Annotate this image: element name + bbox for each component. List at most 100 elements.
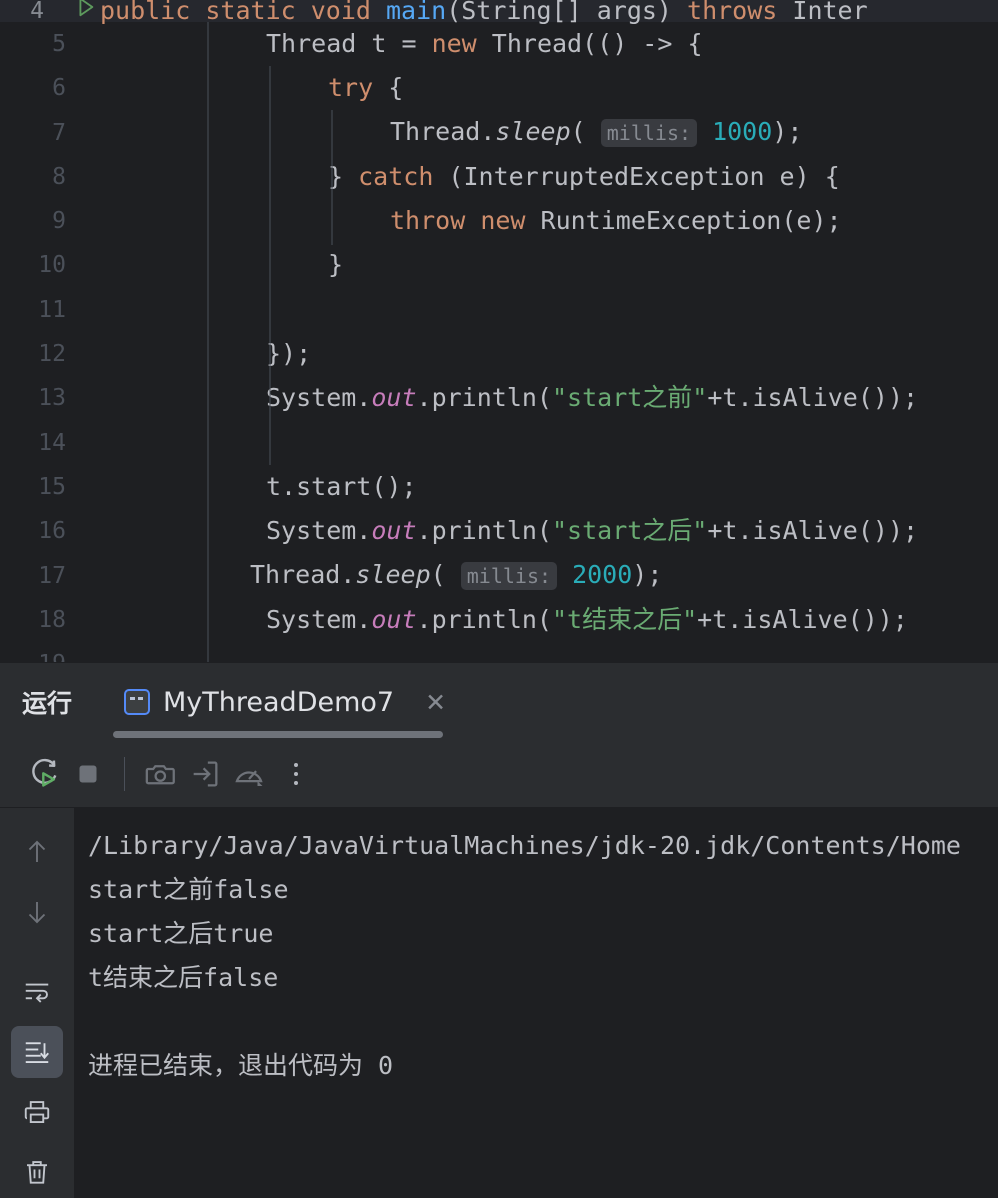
code-token: } bbox=[328, 250, 344, 280]
code-token: +t.isAlive()); bbox=[697, 604, 908, 634]
console-line: t结束之后false bbox=[88, 963, 279, 992]
code-token: { bbox=[373, 73, 404, 103]
code-line[interactable]: 13 System.out.println("start之前"+t.isAlive… bbox=[0, 376, 998, 420]
line-number: 16 bbox=[38, 518, 66, 545]
code-token: System. bbox=[266, 383, 372, 413]
code-line[interactable]: 15 t.start(); bbox=[0, 465, 998, 509]
code-line[interactable]: 10} bbox=[0, 243, 998, 287]
code-line[interactable]: 9 throw new RuntimeException(e); bbox=[0, 199, 998, 243]
console-line: start之前false bbox=[88, 875, 289, 904]
code-line[interactable]: 4 public static void main(String[] args) … bbox=[0, 0, 998, 24]
code-token: Thread. bbox=[390, 117, 496, 147]
run-tab-mythreaddemo7[interactable]: MyThreadDemo7 ✕ bbox=[124, 663, 446, 741]
code-token: throw bbox=[390, 206, 481, 236]
code-token: Thread. bbox=[250, 560, 356, 590]
line-number: 5 bbox=[52, 31, 66, 57]
code-token: }); bbox=[266, 339, 312, 369]
code-token: 2000 bbox=[557, 560, 633, 590]
code-token: millis: bbox=[460, 562, 558, 591]
code-editor[interactable]: 4 public static void main(String[] args) … bbox=[0, 0, 998, 662]
arrow-down-icon[interactable] bbox=[11, 886, 63, 938]
code-token: Thread(() -> { bbox=[491, 29, 703, 58]
run-toolbar bbox=[0, 741, 998, 808]
stop-button[interactable] bbox=[66, 752, 110, 796]
tab-underline-scrollbar[interactable] bbox=[113, 731, 443, 738]
code-token: new bbox=[480, 206, 541, 236]
close-icon[interactable]: ✕ bbox=[425, 690, 446, 715]
scroll-to-end-icon[interactable] bbox=[11, 1026, 63, 1078]
run-panel-title: 运行 bbox=[22, 689, 73, 718]
code-line[interactable]: 16 System.out.println("start之后"+t.isAlive… bbox=[0, 509, 998, 553]
printer-icon[interactable] bbox=[11, 1086, 63, 1138]
line-number: 15 bbox=[38, 473, 66, 500]
code-token: System. bbox=[266, 516, 372, 546]
rerun-button[interactable] bbox=[22, 752, 66, 796]
arrow-up-icon[interactable] bbox=[11, 826, 63, 878]
code-token: out bbox=[371, 604, 417, 634]
code-token: System. bbox=[266, 604, 372, 634]
line-number: 8 bbox=[52, 163, 66, 190]
line-number: 17 bbox=[38, 562, 66, 589]
trash-icon[interactable] bbox=[11, 1146, 63, 1198]
line-number: 10 bbox=[38, 252, 66, 279]
console-output[interactable]: /Library/Java/JavaVirtualMachines/jdk-20… bbox=[74, 808, 998, 1198]
arrow-into-box-icon[interactable] bbox=[183, 752, 227, 796]
camera-icon[interactable] bbox=[139, 752, 183, 796]
code-text: System.out.println("start之后"+t.isAlive()… bbox=[74, 509, 998, 553]
code-line[interactable]: 6 try { bbox=[0, 66, 998, 110]
code-text: Thread.sleep( millis: 1000); bbox=[74, 110, 998, 155]
console-sidebar bbox=[0, 808, 74, 1198]
gauge-icon[interactable] bbox=[227, 752, 271, 796]
line-number: 12 bbox=[38, 341, 66, 368]
code-token: +t.isAlive()); bbox=[707, 383, 919, 413]
code-text: throw new RuntimeException(e); bbox=[74, 199, 998, 243]
code-line[interactable]: 19 bbox=[0, 642, 998, 662]
code-token: millis: bbox=[600, 119, 698, 148]
line-number: 7 bbox=[52, 119, 66, 146]
line-number: 4 bbox=[30, 0, 44, 24]
code-token: .println( bbox=[416, 516, 552, 546]
code-line[interactable]: 11 bbox=[0, 288, 998, 332]
run-gutter-icon[interactable] bbox=[74, 0, 100, 22]
code-token: try bbox=[328, 73, 374, 103]
code-line[interactable]: 12}); bbox=[0, 332, 998, 376]
code-token: RuntimeException(e); bbox=[540, 206, 842, 236]
code-token: ( bbox=[430, 560, 461, 590]
line-number: 19 bbox=[0, 642, 74, 662]
code-text: System.out.println("start之前"+t.isAlive()… bbox=[74, 376, 998, 420]
console-icon bbox=[124, 689, 151, 715]
line-number: 6 bbox=[52, 75, 66, 102]
code-token: sleep bbox=[355, 560, 431, 590]
line-number: 14 bbox=[38, 429, 66, 456]
console-line: start之后true bbox=[88, 919, 274, 948]
code-token: 1000 bbox=[697, 117, 773, 147]
soft-wrap-icon[interactable] bbox=[11, 966, 63, 1018]
code-token: Thread t = bbox=[266, 29, 432, 58]
code-token: out bbox=[371, 516, 417, 546]
code-line[interactable]: 7 Thread.sleep( millis: 1000); bbox=[0, 111, 998, 155]
code-token: (InterruptedException e) { bbox=[448, 161, 840, 191]
toolbar-separator bbox=[124, 757, 125, 791]
code-token: t.start(); bbox=[266, 471, 417, 501]
run-tab-label: MyThreadDemo7 bbox=[163, 686, 395, 718]
console-area: /Library/Java/JavaVirtualMachines/jdk-20… bbox=[0, 808, 998, 1198]
console-line: /Library/Java/JavaVirtualMachines/jdk-20… bbox=[88, 831, 961, 860]
code-token: +t.isAlive()); bbox=[707, 516, 919, 546]
code-text: t.start(); bbox=[74, 465, 998, 509]
line-number: 18 bbox=[38, 606, 66, 633]
code-line[interactable]: 8} catch (InterruptedException e) { bbox=[0, 155, 998, 199]
code-text: System.out.println("t结束之后"+t.isAlive()); bbox=[74, 598, 998, 642]
code-token: sleep bbox=[495, 117, 571, 147]
code-token: } bbox=[328, 161, 359, 191]
console-line: 进程已结束，退出代码为 0 bbox=[88, 1051, 394, 1080]
code-line[interactable]: 18 System.out.println("t结束之后"+t.isAlive()… bbox=[0, 598, 998, 642]
code-token: out bbox=[371, 383, 417, 413]
code-line[interactable]: 17 Thread.sleep( millis: 2000); bbox=[0, 554, 998, 598]
three-dots-icon[interactable] bbox=[279, 752, 313, 796]
ide-window: 4 public static void main(String[] args) … bbox=[0, 0, 998, 1198]
code-line[interactable]: 14 bbox=[0, 421, 998, 465]
code-token: .println( bbox=[416, 383, 552, 413]
code-line[interactable]: 5 Thread t = new Thread(() -> { bbox=[0, 22, 998, 66]
code-text: }); bbox=[74, 332, 998, 376]
